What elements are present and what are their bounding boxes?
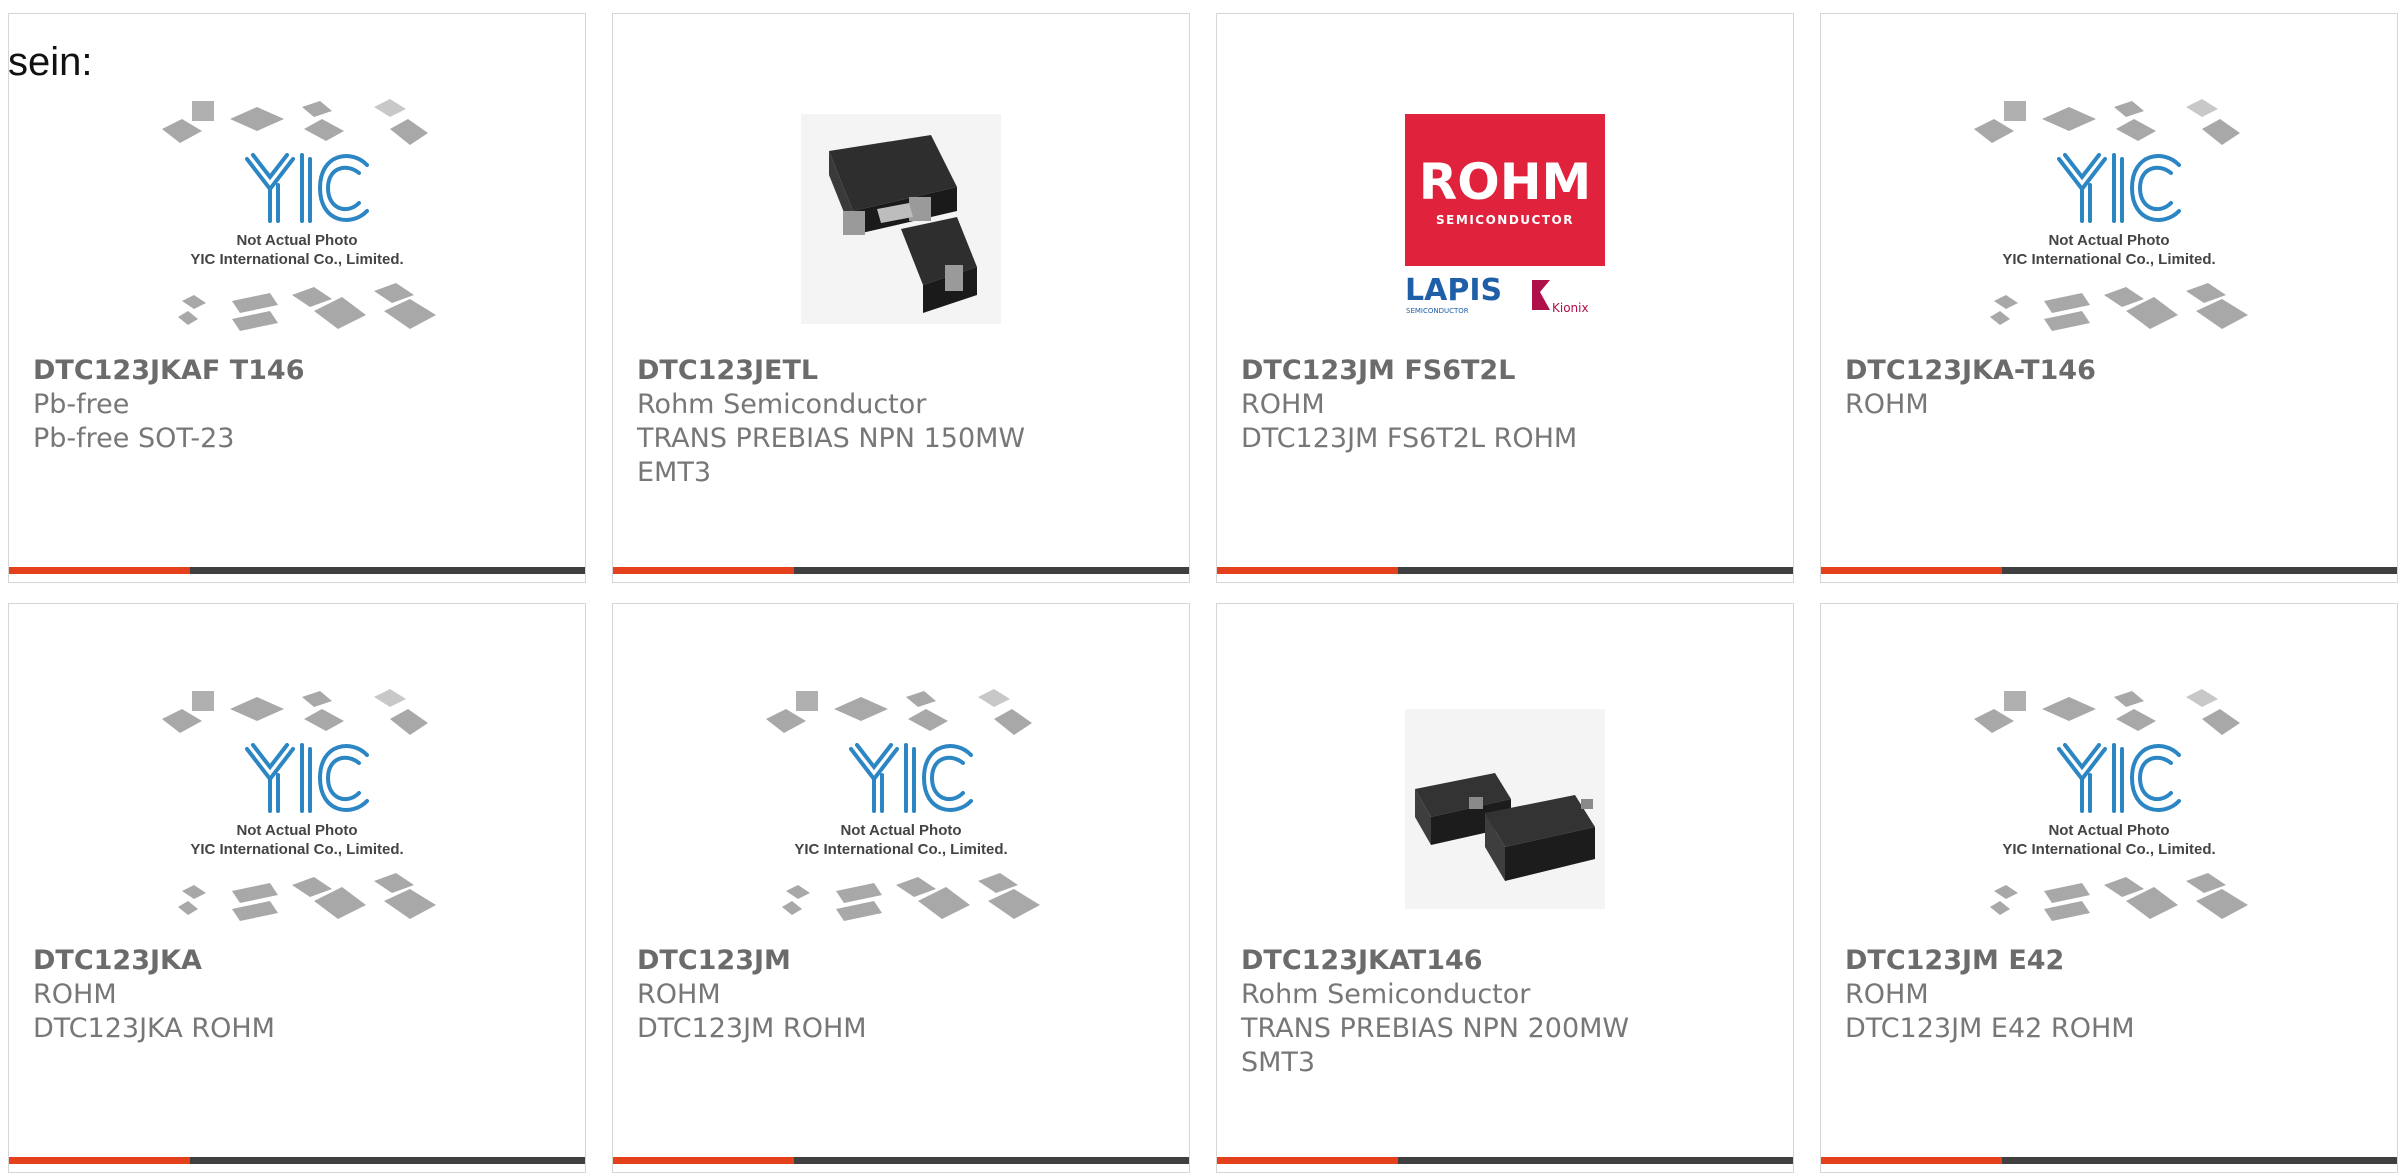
chip-image[interactable] xyxy=(1217,664,1793,954)
product-description: TRANS PREBIAS NPN 150MW EMT3 xyxy=(637,423,1026,488)
placeholder-caption-2: YIC International Co., Limited. xyxy=(2002,841,2215,858)
product-title[interactable]: DTC123JKA xyxy=(33,944,561,978)
product-description: DTC123JKA ROHM xyxy=(33,1013,275,1044)
lapis-logo-sub: SEMICONDUCTOR xyxy=(1406,307,1469,315)
product-info: DTC123JM ROHM DTC123JM ROHM xyxy=(637,944,1165,1046)
placeholder-caption-2: YIC International Co., Limited. xyxy=(794,841,1007,858)
card-bar-accent xyxy=(1217,567,1399,574)
placeholder-caption-1: Not Actual Photo xyxy=(2048,232,2169,249)
product-title[interactable]: DTC123JETL xyxy=(637,354,1165,388)
product-manufacturer: ROHM xyxy=(1845,389,1929,420)
product-manufacturer: ROHM xyxy=(1241,389,1325,420)
product-description: Pb-free SOT-23 xyxy=(33,423,235,454)
product-info: DTC123JETL Rohm Semiconductor TRANS PREBIA… xyxy=(637,354,1165,490)
product-description: DTC123JM ROHM xyxy=(637,1013,867,1044)
product-info: DTC123JKAT146 Rohm Semiconductor TRANS PRE… xyxy=(1241,944,1769,1080)
placeholder-image[interactable]: Not Actual Photo YIC International Co., … xyxy=(1821,664,2397,954)
placeholder-caption-2: YIC International Co., Limited. xyxy=(190,251,403,268)
rohm-logo-brand: ROHM xyxy=(1419,153,1592,211)
product-card[interactable]: Not Actual Photo YIC International Co., … xyxy=(1820,603,2398,1173)
product-title[interactable]: DTC123JM FS6T2L xyxy=(1241,354,1769,388)
placeholder-caption-1: Not Actual Photo xyxy=(840,822,961,839)
product-manufacturer: ROHM xyxy=(1845,979,1929,1010)
placeholder-image[interactable]: Not Actual Photo YIC International Co., … xyxy=(9,664,585,954)
product-manufacturer: ROHM xyxy=(33,979,117,1010)
kionix-logo-text: Kionix xyxy=(1552,301,1589,315)
product-manufacturer: ROHM xyxy=(637,979,721,1010)
rohm-logo-sub: SEMICONDUCTOR xyxy=(1436,213,1574,227)
placeholder-image[interactable]: Not Actual Photo YIC International Co., … xyxy=(9,74,585,364)
chip-image[interactable] xyxy=(613,74,1189,364)
lapis-logo-text: LAPIS xyxy=(1405,273,1502,308)
card-bottom-bar xyxy=(1217,567,1793,574)
product-manufacturer: Pb-free xyxy=(33,389,130,420)
product-title[interactable]: DTC123JKAF T146 xyxy=(33,354,561,388)
intro-text: sein: xyxy=(8,40,93,84)
placeholder-caption-1: Not Actual Photo xyxy=(236,822,357,839)
product-description: DTC123JM E42 ROHM xyxy=(1845,1013,2135,1044)
card-bar-accent xyxy=(613,567,795,574)
product-info: DTC123JKA ROHM DTC123JKA ROHM xyxy=(33,944,561,1046)
product-info: DTC123JKA-T146 ROHM xyxy=(1845,354,2373,422)
product-info: DTC123JKAF T146 Pb-free Pb-free SOT-23 xyxy=(33,354,561,456)
placeholder-caption-1: Not Actual Photo xyxy=(2048,822,2169,839)
product-card[interactable]: DTC123JETL Rohm Semiconductor TRANS PREBIA… xyxy=(612,13,1190,583)
product-card[interactable]: Not Actual Photo YIC International Co., … xyxy=(612,603,1190,1173)
placeholder-caption-2: YIC International Co., Limited. xyxy=(190,841,403,858)
placeholder-image[interactable]: Not Actual Photo YIC International Co., … xyxy=(613,664,1189,954)
product-manufacturer: Rohm Semiconductor xyxy=(637,389,927,420)
product-description: DTC123JM FS6T2L ROHM xyxy=(1241,423,1578,454)
placeholder-caption-2: YIC International Co., Limited. xyxy=(2002,251,2215,268)
product-title[interactable]: DTC123JKA-T146 xyxy=(1845,354,2373,388)
product-card[interactable]: ROHM SEMICONDUCTOR LAPIS SEMICONDUCTOR K… xyxy=(1216,13,1794,583)
card-bottom-bar xyxy=(1821,567,2397,574)
product-card[interactable]: DTC123JKAT146 Rohm Semiconductor TRANS PRE… xyxy=(1216,603,1794,1173)
card-bar-accent xyxy=(9,567,191,574)
product-title[interactable]: DTC123JM xyxy=(637,944,1165,978)
product-manufacturer: Rohm Semiconductor xyxy=(1241,979,1531,1010)
product-title[interactable]: DTC123JKAT146 xyxy=(1241,944,1769,978)
product-card[interactable]: Not Actual Photo YIC International Co., … xyxy=(8,603,586,1173)
rohm-logo-image[interactable]: ROHM SEMICONDUCTOR LAPIS SEMICONDUCTOR K… xyxy=(1217,74,1793,364)
card-bottom-bar xyxy=(613,567,1189,574)
product-description: TRANS PREBIAS NPN 200MW SMT3 xyxy=(1241,1013,1630,1078)
placeholder-image[interactable]: Not Actual Photo YIC International Co., … xyxy=(1821,74,2397,364)
card-bar-accent xyxy=(1821,567,2003,574)
placeholder-caption-1: Not Actual Photo xyxy=(236,232,357,249)
product-title[interactable]: DTC123JM E42 xyxy=(1845,944,2373,978)
product-card[interactable]: Not Actual Photo YIC International Co., … xyxy=(1820,13,2398,583)
card-bottom-bar xyxy=(9,567,585,574)
product-grid: Not Actual Photo YIC International Co., … xyxy=(8,13,2398,1173)
product-card[interactable]: Not Actual Photo YIC International Co., … xyxy=(8,13,586,583)
product-info: DTC123JM FS6T2L ROHM DTC123JM FS6T2L ROHM xyxy=(1241,354,1769,456)
product-info: DTC123JM E42 ROHM DTC123JM E42 ROHM xyxy=(1845,944,2373,1046)
